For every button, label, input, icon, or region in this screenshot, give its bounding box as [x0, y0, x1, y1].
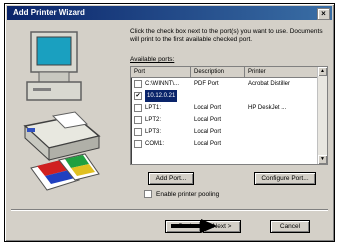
cancel-button[interactable]: Cancel	[270, 220, 310, 233]
scroll-down-icon[interactable]: ▼	[318, 155, 327, 164]
port-checkbox[interactable]	[134, 80, 142, 88]
port-name: LPT3:	[145, 129, 162, 135]
port-row[interactable]: COM1: Local Port	[131, 138, 327, 150]
available-ports-label: Available ports:	[130, 56, 175, 63]
port-printer: Acrobat Distiller	[248, 81, 291, 87]
printer-pooling-label: Enable printer pooling	[156, 190, 220, 198]
scroll-up-icon[interactable]: ▲	[318, 67, 327, 76]
port-row[interactable]: C:\WINNT\... PDF Port Acrobat Distiller	[131, 78, 327, 90]
port-name: 10.12.0.21	[145, 90, 178, 102]
ports-list-header: Port Description Printer	[131, 67, 327, 78]
printer-pooling-option[interactable]: Enable printer pooling	[144, 190, 219, 198]
window-title: Add Printer Wizard	[13, 8, 85, 17]
port-row[interactable]: LPT3: Local Port	[131, 126, 327, 138]
port-description: PDF Port	[194, 81, 219, 87]
port-printer: HP DeskJet ...	[248, 105, 287, 111]
pointer-arrow-icon	[171, 219, 217, 233]
port-cell: LPT1:	[131, 102, 191, 114]
port-name: C:\WINNT\...	[145, 81, 179, 87]
printed-pages-icon	[30, 153, 100, 191]
port-description: Local Port	[194, 141, 222, 147]
ports-list-rows: C:\WINNT\... PDF Port Acrobat Distiller ✔ 10…	[131, 78, 327, 150]
add-port-button[interactable]: Add Port...	[148, 172, 194, 185]
configure-port-button[interactable]: Configure Port...	[254, 172, 316, 185]
port-checkbox[interactable]	[134, 128, 142, 136]
column-header-description[interactable]: Description	[191, 67, 245, 77]
port-checkbox[interactable]	[134, 116, 142, 124]
port-row[interactable]: LPT2: Local Port	[131, 114, 327, 126]
port-name: COM1:	[145, 141, 165, 147]
port-row[interactable]: ✔ 10.12.0.21	[131, 90, 327, 102]
column-header-port[interactable]: Port	[131, 67, 191, 77]
port-checkbox[interactable]	[134, 140, 142, 148]
ports-scrollbar[interactable]: ▲ ▼	[317, 67, 327, 164]
add-printer-wizard-dialog: Add Printer Wizard × Click the check box…	[4, 3, 335, 242]
port-cell: COM1:	[131, 138, 191, 150]
port-description: Local Port	[194, 105, 222, 111]
port-description: Local Port	[194, 129, 222, 135]
port-checkbox[interactable]: ✔	[134, 92, 142, 100]
port-cell: C:\WINNT\...	[131, 78, 191, 90]
port-cell: LPT3:	[131, 126, 191, 138]
monitor-screen-icon	[36, 36, 72, 66]
port-description: Local Port	[194, 117, 222, 123]
port-cell: ✔ 10.12.0.21	[131, 90, 191, 102]
column-header-printer[interactable]: Printer	[245, 67, 319, 77]
printer-wizard-illustration	[23, 31, 101, 191]
port-checkbox[interactable]	[134, 104, 142, 112]
port-row[interactable]: LPT1: Local Port HP DeskJet ...	[131, 102, 327, 114]
printer-pooling-checkbox[interactable]	[144, 190, 152, 198]
footer-separator	[11, 209, 328, 211]
title-bar: Add Printer Wizard ×	[7, 6, 332, 20]
close-button[interactable]: ×	[317, 8, 330, 20]
port-name: LPT1:	[145, 105, 162, 111]
ports-listbox[interactable]: Port Description Printer C:\WINNT\... PDF…	[130, 66, 328, 165]
port-cell: LPT2:	[131, 114, 191, 126]
instructions-text: Click the check box next to the port(s) …	[130, 28, 323, 43]
port-name: LPT2:	[145, 117, 162, 123]
